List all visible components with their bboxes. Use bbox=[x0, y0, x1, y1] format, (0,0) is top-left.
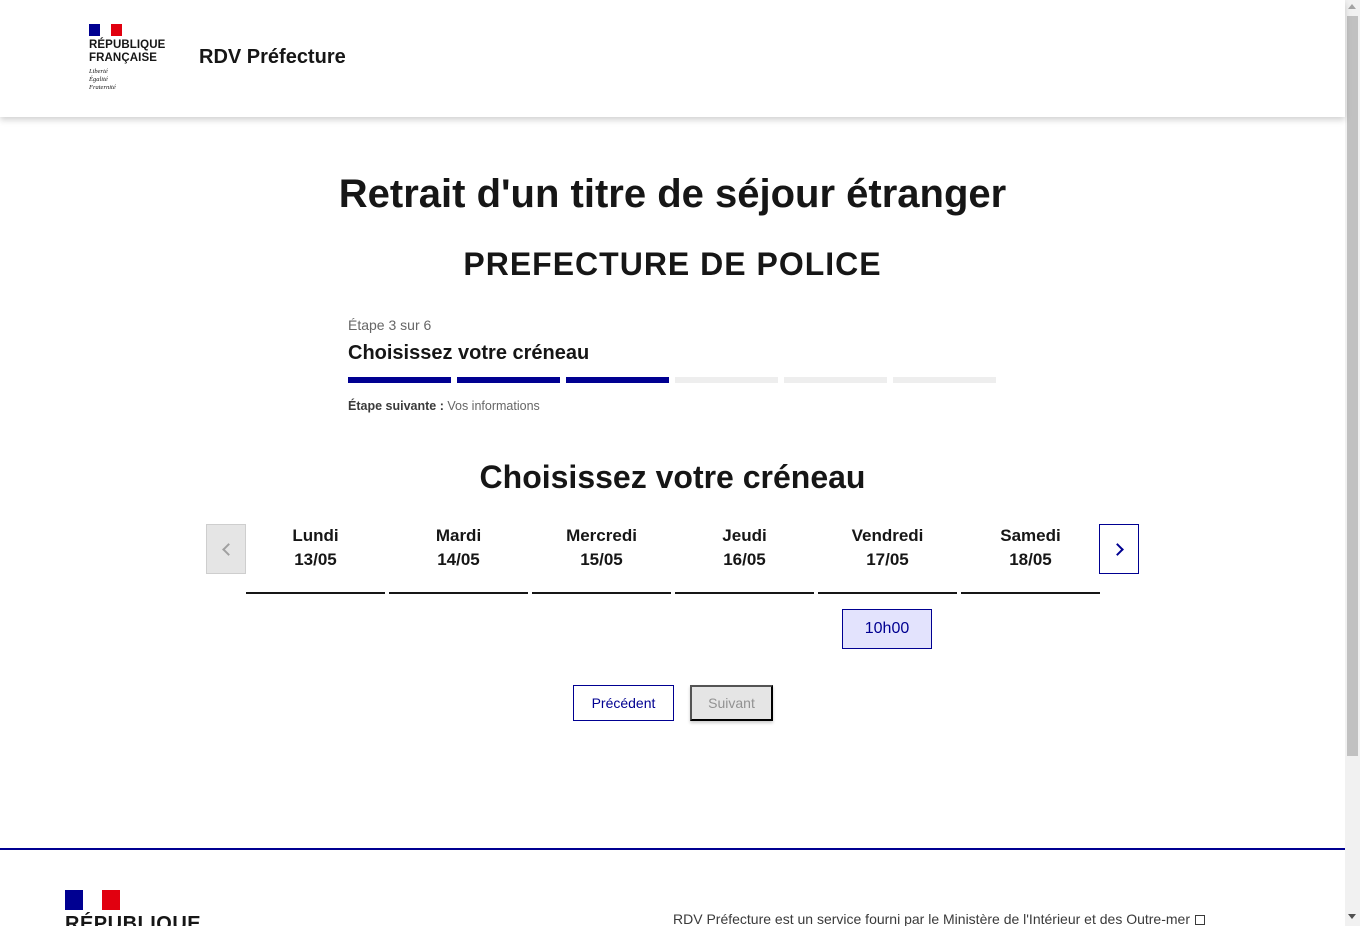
day-name: Mardi bbox=[435, 526, 482, 545]
logo-title-line2: FRANÇAISE bbox=[89, 52, 157, 64]
step-bar-4 bbox=[675, 377, 778, 383]
site-header: RÉPUBLIQUE FRANÇAISE Liberté Égalité Fra… bbox=[0, 0, 1345, 117]
site-name-link[interactable]: RDV Préfecture bbox=[199, 46, 346, 69]
day-name: Jeudi bbox=[722, 526, 767, 545]
day-date: 17/05 bbox=[866, 550, 909, 569]
footer-description[interactable]: RDV Préfecture est un service fourni par… bbox=[673, 911, 1205, 926]
day-column: Vendredi 17/05 bbox=[818, 524, 957, 594]
time-slot-button[interactable]: 10h00 bbox=[842, 609, 932, 649]
chevron-left-icon bbox=[221, 542, 235, 556]
scroll-up-arrow-icon[interactable] bbox=[1348, 4, 1356, 9]
day-column: Mardi 14/05 bbox=[389, 524, 528, 594]
vertical-scrollbar[interactable] bbox=[1345, 0, 1360, 926]
external-link-icon bbox=[1195, 915, 1205, 925]
logo-title: RÉPUBLIQUE FRANÇAISE bbox=[89, 39, 179, 65]
day-name: Mercredi bbox=[566, 526, 637, 545]
footer-logo[interactable]: RÉPUBLIQUE bbox=[65, 890, 201, 926]
day-date: 18/05 bbox=[1009, 550, 1052, 569]
day-name: Samedi bbox=[1000, 526, 1061, 545]
previous-week-button[interactable] bbox=[206, 524, 246, 574]
page-title: Retrait d'un titre de séjour étranger bbox=[338, 172, 1007, 216]
motto-fraternite: Fraternité bbox=[89, 84, 116, 91]
marianne-flag-icon bbox=[89, 24, 122, 36]
step-next-value: Vos informations bbox=[447, 399, 540, 413]
day-column: Mercredi 15/05 bbox=[532, 524, 671, 594]
next-button[interactable]: Suivant bbox=[690, 685, 773, 721]
day-columns: Lundi 13/05 Mardi 14/05 Mercredi 15/05 Jeudi 16… bbox=[246, 524, 1100, 594]
next-week-button[interactable] bbox=[1099, 524, 1139, 574]
previous-button[interactable]: Précédent bbox=[573, 685, 674, 721]
day-column: Samedi 18/05 bbox=[961, 524, 1100, 594]
logo-motto: Liberté Égalité Fraternité bbox=[89, 68, 179, 92]
step-next-label: Étape suivante : bbox=[348, 399, 444, 413]
motto-egalite: Égalité bbox=[89, 76, 108, 83]
logo-title-line1: RÉPUBLIQUE bbox=[89, 39, 166, 51]
scroll-down-arrow-icon[interactable] bbox=[1348, 914, 1356, 919]
section-title: Choisissez votre créneau bbox=[479, 459, 866, 495]
republique-logo[interactable]: RÉPUBLIQUE FRANÇAISE Liberté Égalité Fra… bbox=[89, 24, 179, 92]
step-bar-2 bbox=[457, 377, 560, 383]
step-bar-6 bbox=[893, 377, 996, 383]
footer-brand: RÉPUBLIQUE bbox=[65, 913, 202, 926]
chevron-right-icon bbox=[1110, 542, 1124, 556]
step-bar-1 bbox=[348, 377, 451, 383]
day-date: 15/05 bbox=[580, 550, 623, 569]
stepper: Étape 3 sur 6 Choisissez votre créneau É… bbox=[348, 317, 998, 413]
day-column: Lundi 13/05 bbox=[246, 524, 385, 594]
step-state: Étape 3 sur 6 bbox=[348, 317, 432, 333]
step-progress bbox=[348, 377, 998, 383]
day-date: 14/05 bbox=[437, 550, 480, 569]
day-name: Lundi bbox=[292, 526, 339, 545]
site-footer: RÉPUBLIQUE RDV Préfecture est un service… bbox=[0, 848, 1345, 926]
footer-description-text: RDV Préfecture est un service fourni par… bbox=[673, 911, 1190, 926]
motto-liberte: Liberté bbox=[89, 68, 108, 75]
step-bar-5 bbox=[784, 377, 887, 383]
day-date: 16/05 bbox=[723, 550, 766, 569]
prefecture-name: PREFECTURE DE POLICE bbox=[463, 246, 882, 282]
step-bar-3 bbox=[566, 377, 669, 383]
day-column: Jeudi 16/05 bbox=[675, 524, 814, 594]
step-title: Choisissez votre créneau bbox=[348, 342, 590, 364]
step-next: Étape suivante : Vos informations bbox=[348, 399, 998, 413]
marianne-flag-icon bbox=[65, 890, 120, 910]
scroll-thumb[interactable] bbox=[1347, 16, 1358, 756]
day-date: 13/05 bbox=[294, 550, 337, 569]
day-name: Vendredi bbox=[851, 526, 924, 545]
